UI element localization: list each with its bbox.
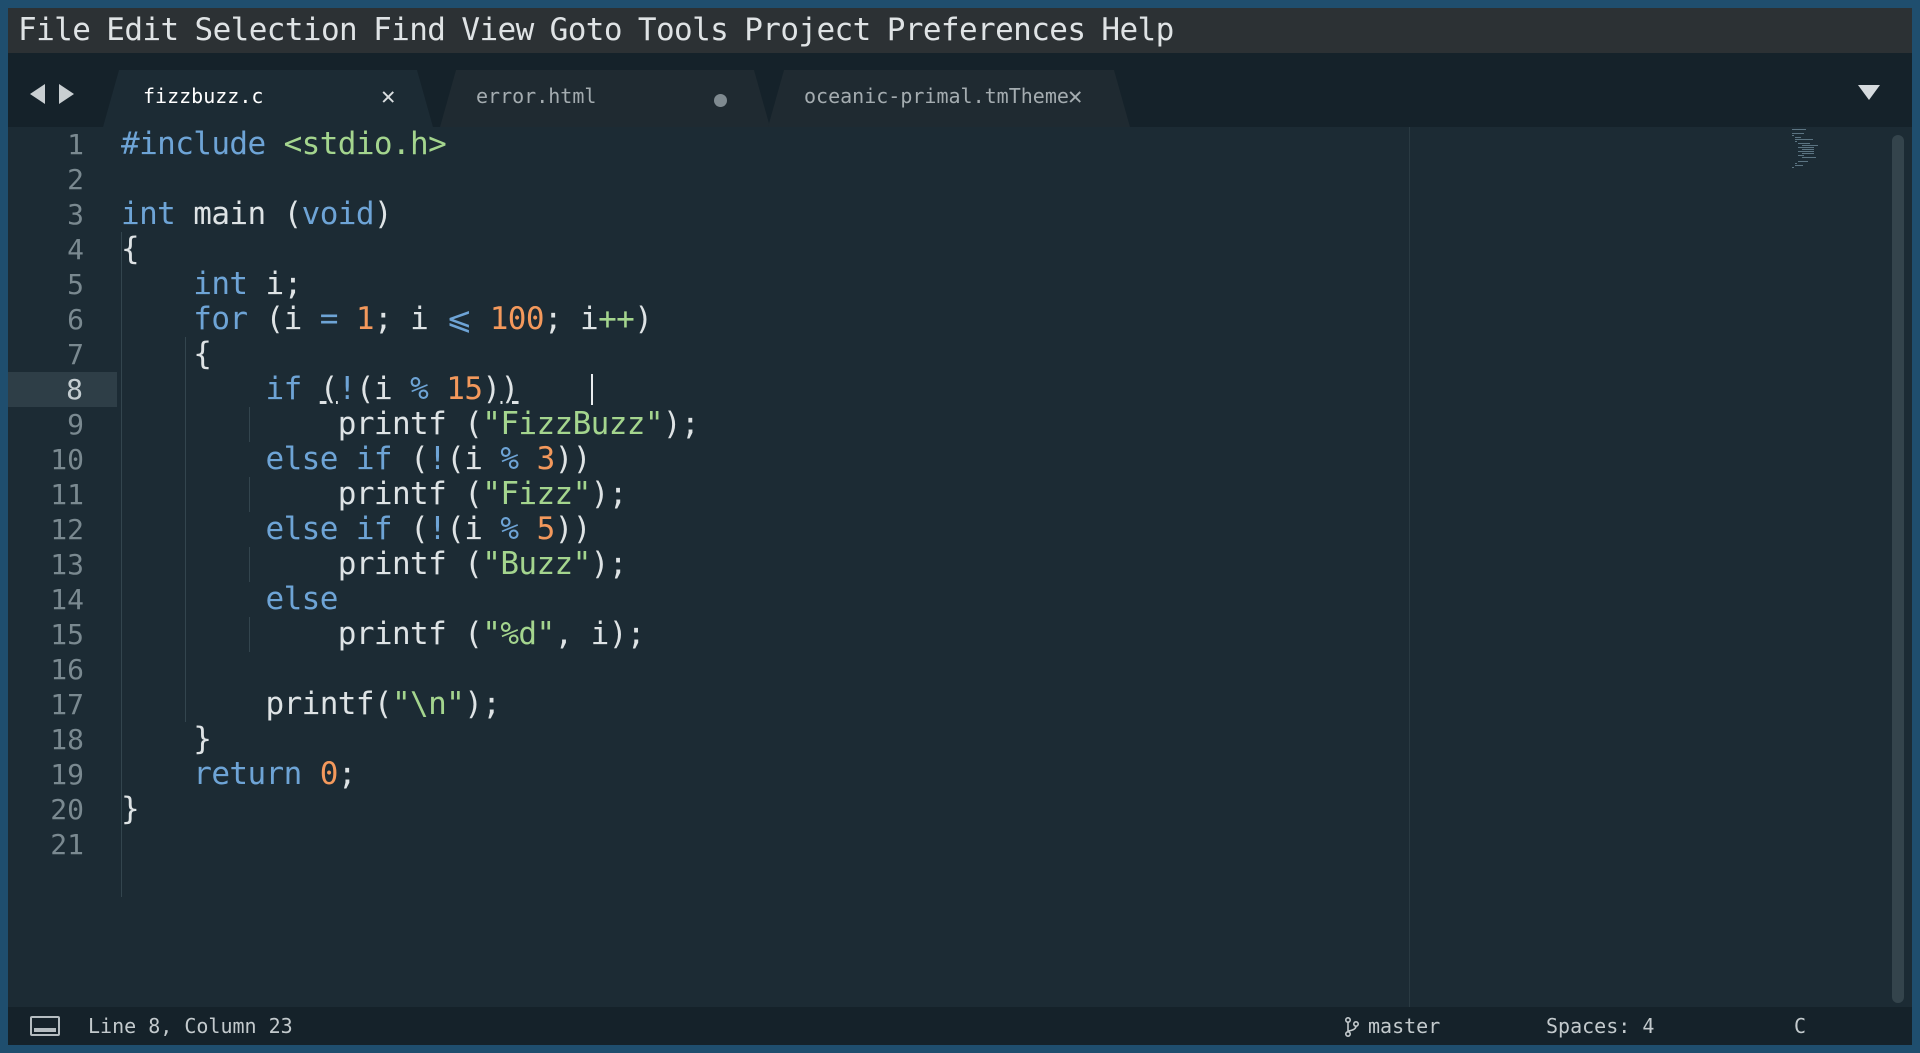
line-number: 1 xyxy=(67,128,84,161)
code-line-18: } xyxy=(121,721,212,757)
column-ruler xyxy=(1409,127,1410,1007)
menu-bar: File Edit Selection Find View Goto Tools… xyxy=(8,8,1912,53)
code-line-20: } xyxy=(121,791,140,827)
line-number: 19 xyxy=(50,758,84,791)
menu-edit[interactable]: Edit xyxy=(96,8,184,53)
code-line-12: else if (!(i % 5)) xyxy=(265,511,592,547)
syntax-mode[interactable]: C xyxy=(1794,1007,1806,1045)
text-cursor xyxy=(591,374,593,405)
code-line-8: if (!(i % 15)) xyxy=(265,371,520,407)
close-icon[interactable]: ✕ xyxy=(1068,82,1082,110)
menu-project[interactable]: Project xyxy=(734,8,876,53)
line-number: 15 xyxy=(50,618,84,651)
line-number: 16 xyxy=(50,653,84,686)
git-branch-icon xyxy=(1345,1017,1359,1037)
code-line-17: printf("\n"); xyxy=(121,686,501,722)
code-line-5: int i; xyxy=(193,266,302,302)
menu-find[interactable]: Find xyxy=(363,8,451,53)
code-line-7: { xyxy=(121,336,212,372)
tab-label: fizzbuzz.c xyxy=(143,84,264,108)
menu-tools[interactable]: Tools xyxy=(628,8,734,53)
menu-help[interactable]: Help xyxy=(1091,8,1179,53)
line-number: 2 xyxy=(67,163,84,196)
code-line-3: int main (void) xyxy=(121,196,393,232)
editor-area[interactable]: 1 2 3 4 5 6 7 8 9 10 11 12 13 14 15 16 1… xyxy=(8,127,1912,1007)
line-number: 17 xyxy=(50,688,84,721)
tab-oceanic-primal-tmtheme[interactable]: oceanic-primal.tmTheme ✕ xyxy=(768,70,1130,127)
tab-nav-right-icon[interactable] xyxy=(59,84,74,104)
indentation-setting[interactable]: Spaces: 4 xyxy=(1546,1007,1654,1045)
minimap[interactable] xyxy=(1792,127,1824,187)
cursor-position[interactable]: Line 8, Column 23 xyxy=(88,1007,293,1045)
modified-dot-icon[interactable] xyxy=(714,94,727,107)
code-line-4: { xyxy=(121,231,140,267)
code-line-6: for (i = 1; i ⩽ 100; i++) xyxy=(193,301,653,337)
line-number-current: 8 xyxy=(8,372,117,407)
tab-list-dropdown-icon[interactable] xyxy=(1858,85,1880,100)
close-icon[interactable]: ✕ xyxy=(381,82,395,110)
tab-error-html[interactable]: error.html xyxy=(440,70,770,127)
code-line-10: else if (!(i % 3)) xyxy=(265,441,592,477)
code-line-13: printf ("Buzz"); xyxy=(121,546,628,582)
code-text-area[interactable]: #include <stdio.h> int main (void) { int… xyxy=(121,127,1411,1007)
line-number: 7 xyxy=(67,338,84,371)
line-number: 12 xyxy=(50,513,84,546)
line-number: 21 xyxy=(50,828,84,861)
line-number: 10 xyxy=(50,443,84,476)
line-number-gutter: 1 2 3 4 5 6 7 8 9 10 11 12 13 14 15 16 1… xyxy=(8,127,118,1007)
code-line-19: return 0; xyxy=(193,756,356,792)
menu-preferences[interactable]: Preferences xyxy=(877,8,1092,53)
code-line-9: printf ("FizzBuzz"); xyxy=(121,406,700,442)
line-number: 9 xyxy=(67,408,84,441)
line-number: 14 xyxy=(50,583,84,616)
line-number: 5 xyxy=(67,268,84,301)
line-number: 20 xyxy=(50,793,84,826)
git-branch[interactable]: master xyxy=(1368,1007,1440,1045)
code-line-1: #include <stdio.h> xyxy=(121,126,447,162)
line-number: 11 xyxy=(50,478,84,511)
line-number: 6 xyxy=(67,303,84,336)
line-number: 3 xyxy=(67,198,84,231)
code-line-14: else xyxy=(265,581,339,617)
tab-nav-left-icon[interactable] xyxy=(30,84,45,104)
panel-toggle-icon[interactable] xyxy=(30,1016,60,1036)
tab-label: oceanic-primal.tmTheme xyxy=(804,84,1069,108)
code-line-11: printf ("Fizz"); xyxy=(121,476,628,512)
tab-label: error.html xyxy=(476,84,597,108)
menu-view[interactable]: View xyxy=(451,8,539,53)
menu-selection[interactable]: Selection xyxy=(185,8,364,53)
editor-window: File Edit Selection Find View Goto Tools… xyxy=(8,8,1912,1045)
tab-bar: fizzbuzz.c ✕ error.html oceanic-primal.t… xyxy=(8,53,1912,127)
line-number: 18 xyxy=(50,723,84,756)
menu-goto[interactable]: Goto xyxy=(540,8,628,53)
menu-file[interactable]: File xyxy=(8,8,96,53)
vertical-scrollbar[interactable] xyxy=(1892,135,1904,1003)
status-bar: Line 8, Column 23 master Spaces: 4 C xyxy=(8,1007,1912,1045)
line-number: 4 xyxy=(67,233,84,266)
code-line-15: printf ("%d", i); xyxy=(121,616,646,652)
tab-fizzbuzz-c[interactable]: fizzbuzz.c ✕ xyxy=(103,70,433,127)
line-number: 13 xyxy=(50,548,84,581)
